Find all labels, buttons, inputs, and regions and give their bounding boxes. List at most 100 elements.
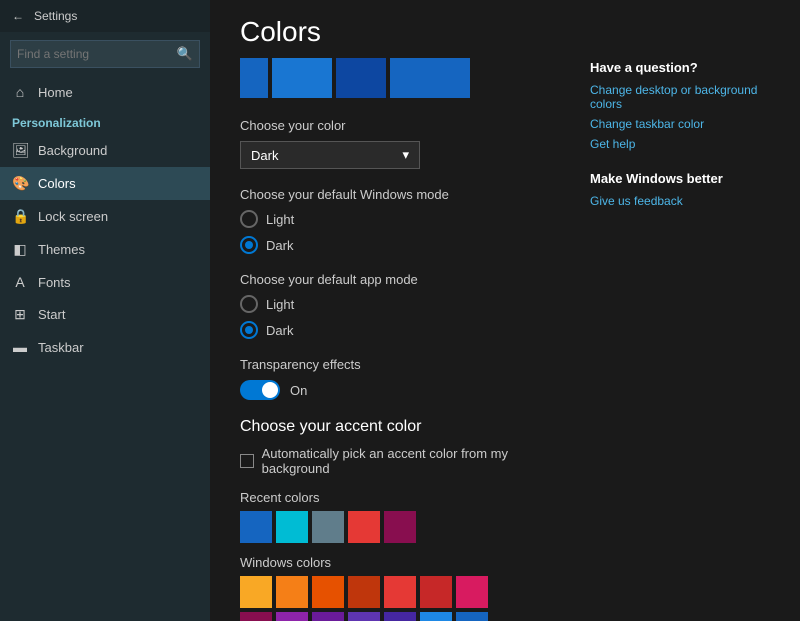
windows-swatch-2[interactable]: [312, 576, 344, 608]
sidebar-item-label: Fonts: [38, 275, 71, 290]
start-icon: ⊞: [12, 306, 28, 323]
help-link-0[interactable]: Change desktop or background colors: [590, 83, 770, 111]
recent-swatch-3[interactable]: [348, 511, 380, 543]
windows-colors-label: Windows colors: [240, 555, 570, 570]
preview-block-2: [272, 58, 332, 98]
sidebar-item-start[interactable]: ⊞ Start: [0, 298, 210, 331]
windows-mode-dark[interactable]: Dark: [240, 236, 570, 254]
color-dropdown[interactable]: Dark ▾: [240, 141, 420, 169]
recent-colors-label: Recent colors: [240, 490, 570, 505]
windows-swatch-9[interactable]: [312, 612, 344, 621]
windows-swatch-6[interactable]: [456, 576, 488, 608]
background-icon: 🖼: [12, 142, 28, 159]
sidebar-item-label: Start: [38, 307, 65, 322]
colors-icon: 🎨: [12, 175, 28, 192]
content-area: Colors Choose your color Dark ▾ Choose y…: [240, 0, 570, 601]
sidebar-item-themes[interactable]: ◧ Themes: [0, 233, 210, 266]
windows-swatch-8[interactable]: [276, 612, 308, 621]
sidebar-item-home[interactable]: ⌂ Home: [0, 76, 210, 108]
recent-swatch-0[interactable]: [240, 511, 272, 543]
preview-block-3: [336, 58, 386, 98]
color-preview: [240, 58, 570, 98]
windows-colors-swatches: [240, 576, 520, 621]
app-mode-section: Choose your default app mode Light Dark: [240, 272, 570, 339]
sidebar-item-label: Background: [38, 143, 107, 158]
windows-swatch-3[interactable]: [348, 576, 380, 608]
windows-swatch-1[interactable]: [276, 576, 308, 608]
app-radio-circle-light: [240, 295, 258, 313]
themes-icon: ◧: [12, 241, 28, 258]
windows-mode-light[interactable]: Light: [240, 210, 570, 228]
app-radio-label-dark: Dark: [266, 323, 293, 338]
sidebar-item-taskbar[interactable]: ▬ Taskbar: [0, 331, 210, 363]
windows-mode-label: Choose your default Windows mode: [240, 187, 570, 202]
windows-swatch-5[interactable]: [420, 576, 452, 608]
main-content: Colors Choose your color Dark ▾ Choose y…: [210, 0, 800, 621]
page-title: Colors: [240, 0, 570, 58]
app-mode-light[interactable]: Light: [240, 295, 570, 313]
accent-color-section: Choose your accent color Automatically p…: [240, 418, 570, 621]
back-button[interactable]: ←: [12, 9, 24, 23]
help-link-1[interactable]: Change taskbar color: [590, 117, 770, 131]
windows-mode-section: Choose your default Windows mode Light D…: [240, 187, 570, 254]
feedback-link[interactable]: Give us feedback: [590, 194, 770, 208]
sidebar-item-label: Themes: [38, 242, 85, 257]
right-panel: Have a question? Change desktop or backg…: [570, 0, 770, 601]
transparency-label: Transparency effects: [240, 357, 570, 372]
search-input[interactable]: [17, 47, 177, 61]
windows-swatch-11[interactable]: [384, 612, 416, 621]
lock-icon: 🔒: [12, 208, 28, 225]
transparency-section: Transparency effects On: [240, 357, 570, 400]
auto-pick-row[interactable]: Automatically pick an accent color from …: [240, 446, 570, 476]
preview-block-1: [240, 58, 268, 98]
windows-mode-radio-group: Light Dark: [240, 210, 570, 254]
accent-title: Choose your accent color: [240, 418, 570, 436]
make-better-label: Make Windows better: [590, 171, 770, 186]
windows-swatch-13[interactable]: [456, 612, 488, 621]
radio-circle-light: [240, 210, 258, 228]
dropdown-value: Dark: [251, 148, 278, 163]
recent-colors-swatches: [240, 511, 570, 543]
transparency-toggle-row: On: [240, 380, 570, 400]
taskbar-icon: ▬: [12, 339, 28, 355]
windows-swatch-10[interactable]: [348, 612, 380, 621]
auto-pick-label: Automatically pick an accent color from …: [262, 446, 570, 476]
radio-label-light: Light: [266, 212, 294, 227]
recent-swatch-1[interactable]: [276, 511, 308, 543]
sidebar-item-label: Home: [38, 85, 73, 100]
search-box[interactable]: 🔍: [10, 40, 200, 68]
windows-swatch-4[interactable]: [384, 576, 416, 608]
sidebar-item-background[interactable]: 🖼 Background: [0, 134, 210, 167]
transparency-toggle[interactable]: [240, 380, 280, 400]
app-mode-label: Choose your default app mode: [240, 272, 570, 287]
choose-color-label: Choose your color: [240, 118, 570, 133]
sidebar-item-label: Colors: [38, 176, 76, 191]
radio-label-dark: Dark: [266, 238, 293, 253]
sidebar-item-colors[interactable]: 🎨 Colors: [0, 167, 210, 200]
auto-pick-checkbox[interactable]: [240, 454, 254, 468]
sidebar-item-label: Taskbar: [38, 340, 84, 355]
app-mode-dark[interactable]: Dark: [240, 321, 570, 339]
transparency-toggle-label: On: [290, 383, 307, 398]
app-radio-circle-dark: [240, 321, 258, 339]
titlebar: ← Settings: [0, 0, 210, 32]
help-link-2[interactable]: Get help: [590, 137, 770, 151]
have-question-label: Have a question?: [590, 60, 770, 75]
windows-swatch-7[interactable]: [240, 612, 272, 621]
app-mode-radio-group: Light Dark: [240, 295, 570, 339]
sidebar-item-fonts[interactable]: A Fonts: [0, 266, 210, 298]
section-label: Personalization: [0, 108, 210, 134]
radio-circle-dark: [240, 236, 258, 254]
windows-swatch-12[interactable]: [420, 612, 452, 621]
app-radio-label-light: Light: [266, 297, 294, 312]
sidebar: ← Settings 🔍 ⌂ Home Personalization 🖼 Ba…: [0, 0, 210, 621]
preview-block-4: [390, 58, 470, 98]
home-icon: ⌂: [12, 84, 28, 100]
recent-swatch-4[interactable]: [384, 511, 416, 543]
search-icon: 🔍: [177, 46, 193, 62]
sidebar-item-label: Lock screen: [38, 209, 108, 224]
fonts-icon: A: [12, 274, 28, 290]
sidebar-item-lock-screen[interactable]: 🔒 Lock screen: [0, 200, 210, 233]
recent-swatch-2[interactable]: [312, 511, 344, 543]
windows-swatch-0[interactable]: [240, 576, 272, 608]
